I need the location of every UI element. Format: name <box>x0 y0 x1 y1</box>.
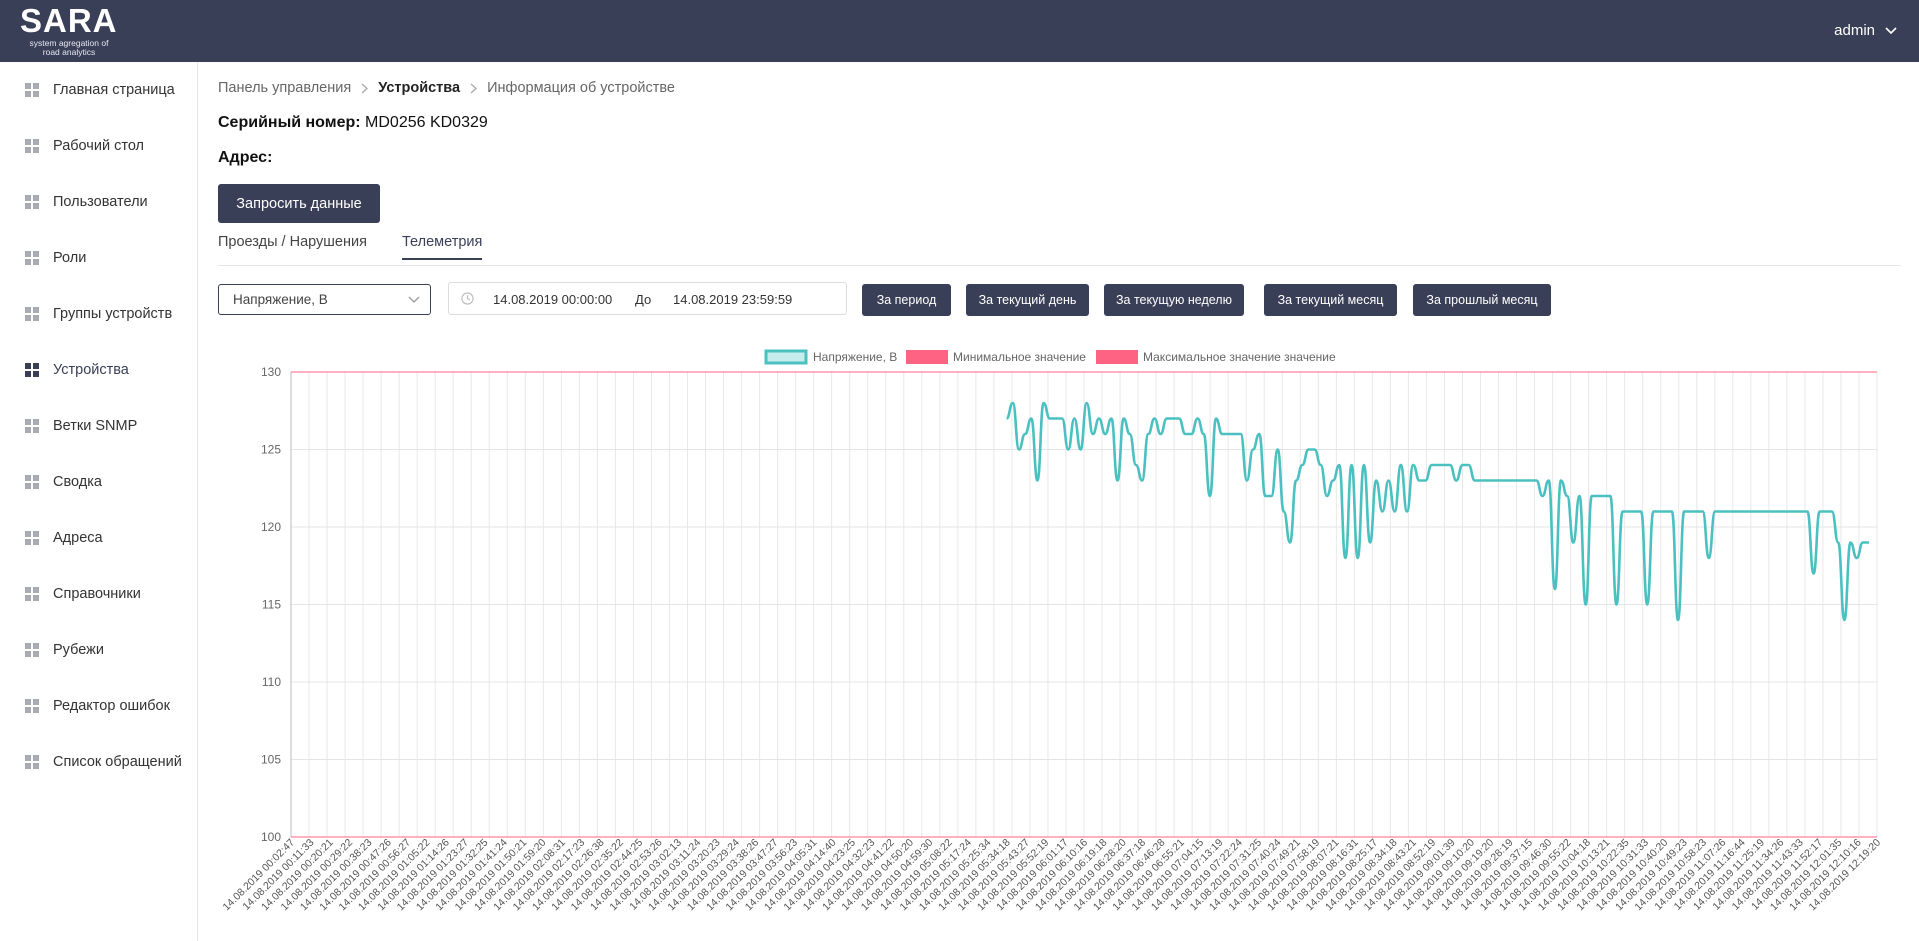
sidebar-item-device-groups[interactable]: Группы устройств <box>0 286 197 342</box>
request-data-button[interactable]: Запросить данные <box>218 184 380 223</box>
legend-swatch <box>1096 350 1138 364</box>
tab-telemetry[interactable]: Телеметрия <box>402 234 483 260</box>
chevron-right-icon <box>361 83 369 93</box>
sidebar-item-label: Рубежи <box>53 642 104 658</box>
sidebar: Главная страница Рабочий стол Пользовате… <box>0 62 198 941</box>
y-tick-label: 105 <box>261 753 281 767</box>
legend-label: Максимальное значение значение <box>1143 350 1336 364</box>
y-tick-label: 130 <box>261 365 281 379</box>
grid-icon <box>25 139 39 153</box>
grid-icon <box>25 83 39 97</box>
sidebar-item-label: Рабочий стол <box>53 138 145 154</box>
tabs: Проезды / Нарушения Телеметрия <box>218 234 1901 266</box>
y-tick-label: 115 <box>262 598 281 612</box>
sidebar-item-addresses[interactable]: Адреса <box>0 510 197 566</box>
sidebar-item-home[interactable]: Главная страница <box>0 62 197 118</box>
sidebar-item-requests[interactable]: Список обращений <box>0 734 197 790</box>
y-tick-label: 120 <box>261 520 281 534</box>
sidebar-item-boundaries[interactable]: Рубежи <box>0 622 197 678</box>
sidebar-item-label: Адреса <box>53 530 103 546</box>
chevron-right-icon <box>470 83 478 93</box>
grid-icon <box>25 195 39 209</box>
sidebar-item-summary[interactable]: Сводка <box>0 454 197 510</box>
y-tick-label: 100 <box>261 830 281 844</box>
sidebar-item-references[interactable]: Справочники <box>0 566 197 622</box>
clock-icon <box>461 292 474 305</box>
grid-icon <box>25 419 39 433</box>
sidebar-item-users[interactable]: Пользователи <box>0 174 197 230</box>
sidebar-item-roles[interactable]: Роли <box>0 230 197 286</box>
metric-select[interactable]: Напряжение, В <box>218 284 431 315</box>
y-tick-label: 125 <box>261 443 281 457</box>
chevron-down-icon <box>408 296 420 303</box>
breadcrumb: Панель управления Устройства Информация … <box>218 80 675 96</box>
metric-select-value: Напряжение, В <box>233 292 328 307</box>
top-bar: SARA system agregation of road analytics… <box>0 0 1919 62</box>
logo-name: SARA <box>20 2 118 39</box>
address-label: Адрес: <box>218 149 273 166</box>
chevron-down-icon <box>1885 26 1897 34</box>
breadcrumb-section[interactable]: Устройства <box>378 80 460 96</box>
grid-icon <box>25 307 39 321</box>
series-line-voltage <box>1005 401 1869 622</box>
sidebar-item-devices[interactable]: Устройства <box>0 342 197 398</box>
current-week-button[interactable]: За текущую неделю <box>1104 284 1244 316</box>
grid-icon <box>25 643 39 657</box>
legend-label: Напряжение, В <box>813 350 897 364</box>
serial-value: MD0256 KD0329 <box>365 114 488 131</box>
date-range-picker[interactable]: 14.08.2019 00:00:00 До 14.08.2019 23:59:… <box>448 282 847 315</box>
sidebar-item-error-editor[interactable]: Редактор ошибок <box>0 678 197 734</box>
legend-swatch <box>906 350 948 364</box>
sidebar-item-label: Список обращений <box>53 754 182 770</box>
logo[interactable]: SARA system agregation of road analytics <box>20 4 130 57</box>
legend-label: Минимальное значение <box>953 350 1086 364</box>
date-to[interactable]: 14.08.2019 23:59:59 <box>673 292 792 307</box>
grid-icon <box>25 251 39 265</box>
sidebar-item-label: Сводка <box>53 474 102 490</box>
sidebar-item-label: Роли <box>53 250 87 266</box>
breadcrumb-home[interactable]: Панель управления <box>218 80 351 96</box>
grid-icon <box>25 363 39 377</box>
grid-icon <box>25 587 39 601</box>
current-month-button[interactable]: За текущий месяц <box>1264 284 1397 316</box>
date-from[interactable]: 14.08.2019 00:00:00 <box>493 292 612 307</box>
sidebar-item-label: Справочники <box>53 586 141 602</box>
sidebar-item-label: Редактор ошибок <box>53 698 170 714</box>
y-tick-label: 110 <box>262 675 281 689</box>
legend-swatch <box>764 349 808 365</box>
grid-icon <box>25 475 39 489</box>
logo-subtitle: system agregation of road analytics <box>29 38 109 57</box>
breadcrumb-page: Информация об устройстве <box>487 80 675 96</box>
sidebar-item-label: Пользователи <box>53 194 148 210</box>
serial-number: Серийный номер: MD0256 KD0329 <box>218 114 488 132</box>
sidebar-item-label: Устройства <box>53 362 129 378</box>
user-name: admin <box>1834 22 1875 39</box>
grid-icon <box>25 531 39 545</box>
period-button[interactable]: За период <box>862 284 951 316</box>
sidebar-item-snmp[interactable]: Ветки SNMP <box>0 398 197 454</box>
sidebar-item-desktop[interactable]: Рабочий стол <box>0 118 197 174</box>
grid-icon <box>25 699 39 713</box>
last-month-button[interactable]: За прошлый месяц <box>1413 284 1551 316</box>
serial-label: Серийный номер: <box>218 114 361 131</box>
current-day-button[interactable]: За текущий день <box>966 284 1089 316</box>
user-menu[interactable]: admin <box>1834 22 1897 39</box>
sidebar-item-label: Группы устройств <box>53 306 173 322</box>
telemetry-chart: 10010511011512012513014.08.2019 00:02:47… <box>221 349 1883 913</box>
sidebar-item-label: Главная страница <box>53 82 175 98</box>
sidebar-item-label: Ветки SNMP <box>53 418 138 434</box>
grid-icon <box>25 755 39 769</box>
tab-passages[interactable]: Проезды / Нарушения <box>218 234 367 258</box>
date-to-label: До <box>635 292 652 307</box>
